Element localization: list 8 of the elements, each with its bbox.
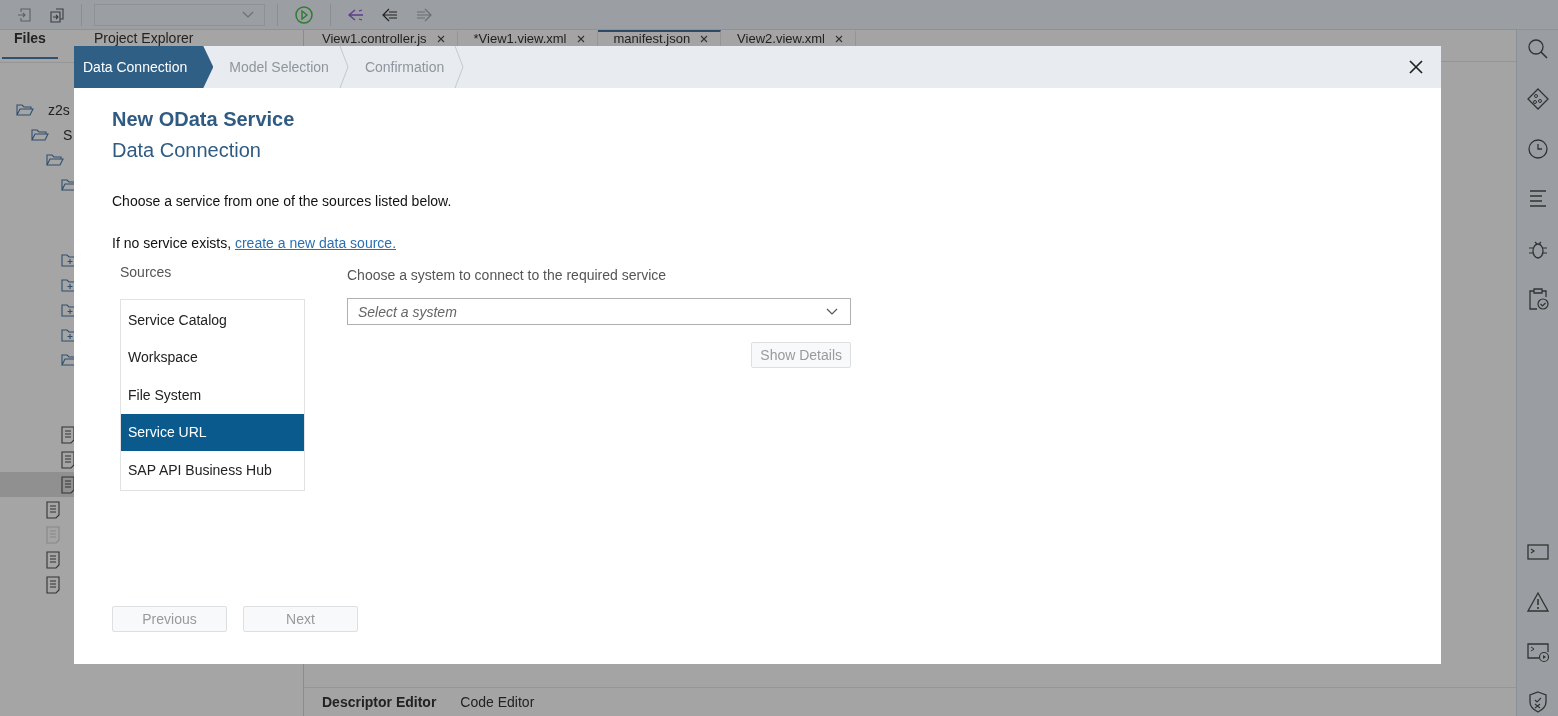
- system-label: Choose a system to connect to the required service: [347, 267, 668, 283]
- dialog-title: New OData Service: [112, 108, 296, 131]
- tree-item-label: z2s: [48, 101, 70, 118]
- prompt-text: If no service exists,: [112, 235, 232, 251]
- sources-label: Sources: [120, 264, 173, 280]
- dialog-subtitle: Data Connection: [112, 139, 262, 162]
- tree-item-label: S: [63, 126, 73, 143]
- instruction-text: Choose a service from one of the sources listed below.: [112, 193, 453, 209]
